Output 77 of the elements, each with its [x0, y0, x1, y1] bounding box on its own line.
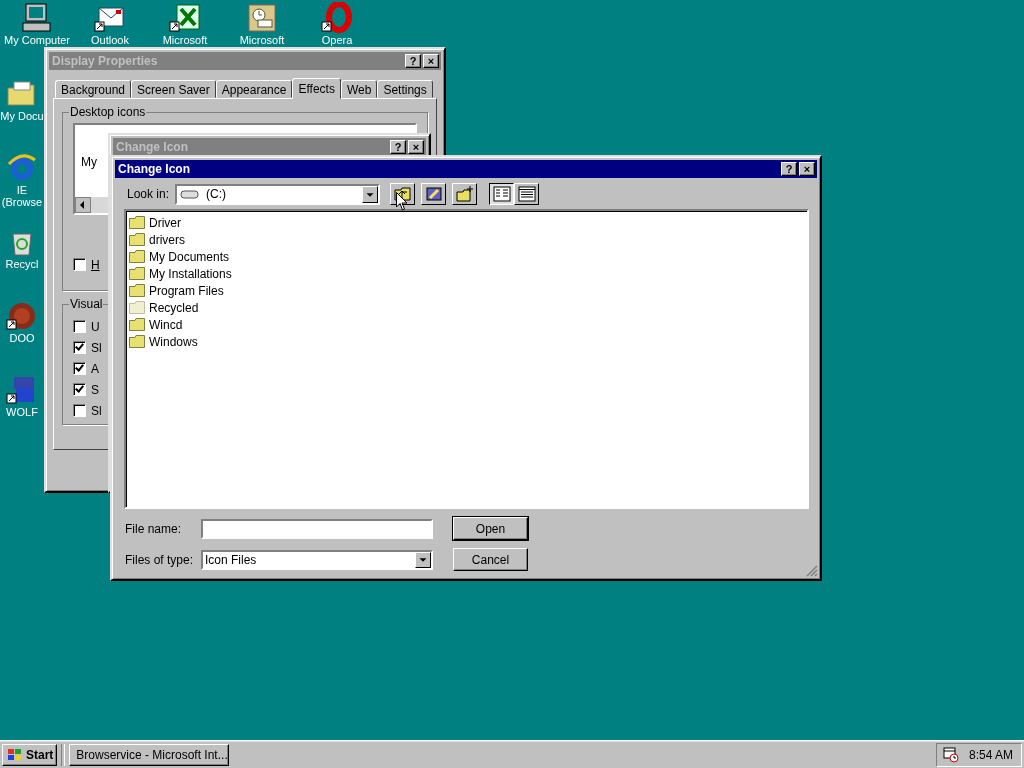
file-item[interactable]: drivers	[149, 232, 185, 247]
window-title: Display Properties	[52, 54, 158, 68]
desktop-icon-label[interactable]: Recycl	[5, 258, 39, 270]
clock: 8:54 AM	[968, 747, 1013, 762]
checkbox-label[interactable]: Sl	[91, 340, 102, 355]
clock-icon[interactable]	[246, 2, 278, 34]
close-button[interactable]: ×	[408, 140, 424, 154]
help-button[interactable]: ?	[781, 162, 797, 176]
group-title: Visual	[69, 297, 104, 311]
open-button[interactable]: Open	[453, 517, 528, 540]
checkbox[interactable]	[73, 404, 86, 417]
file-name-label: File name:	[125, 521, 183, 536]
help-button[interactable]: ?	[405, 54, 421, 68]
group-title: Desktop icons	[69, 105, 147, 119]
windows-logo-icon	[6, 747, 24, 762]
list-view-icon[interactable]	[489, 183, 515, 205]
calendar-clock-icon[interactable]	[942, 746, 959, 763]
letter-o-icon[interactable]	[321, 2, 353, 34]
desktop-icon-label[interactable]: My Computer	[4, 34, 70, 46]
help-button[interactable]: ?	[390, 140, 406, 154]
dropdown-value: Icon Files	[205, 552, 258, 567]
file-item[interactable]: Driver	[149, 215, 181, 230]
dropdown-arrow-icon[interactable]	[362, 185, 379, 203]
desktop-icon-label[interactable]: Outlook	[91, 34, 129, 46]
desktop-icon-label[interactable]: IE	[16, 184, 28, 196]
desktop-icon-label[interactable]: Opera	[321, 34, 353, 46]
checkbox-label[interactable]: U	[91, 319, 100, 334]
file-type-label: Files of type:	[125, 552, 195, 567]
tab[interactable]: Effects	[292, 78, 341, 99]
window-title: Change Icon	[118, 162, 190, 176]
dropdown-arrow-icon[interactable]	[415, 551, 431, 568]
drive-icon	[180, 188, 201, 200]
dropdown-value: (C:)	[206, 187, 228, 201]
tab[interactable]: Settings	[377, 80, 433, 98]
checkbox-label[interactable]: H	[91, 257, 100, 272]
look-in-dropdown[interactable]: (C:)	[175, 183, 381, 205]
desktop-icon-label[interactable]: My Docu	[0, 110, 44, 122]
checkbox-label[interactable]: S	[91, 382, 99, 397]
look-in-label: Look in:	[127, 187, 170, 201]
cancel-button[interactable]: Cancel	[453, 548, 528, 571]
file-item[interactable]: Windows	[149, 334, 198, 349]
checkbox[interactable]	[73, 341, 86, 354]
file-item[interactable]: Program Files	[149, 283, 224, 298]
file-item[interactable]: Wincd	[149, 317, 183, 332]
checkbox[interactable]	[73, 362, 86, 375]
checkbox[interactable]	[73, 383, 86, 396]
window-title: Change Icon	[116, 140, 188, 154]
taskbar-button[interactable]: Browservice - Microsoft Int...	[69, 743, 230, 766]
checkbox[interactable]	[73, 258, 86, 271]
desktop-icon-label[interactable]: (Browse	[1, 196, 43, 208]
checkbox-label[interactable]: Sl	[91, 403, 102, 418]
desktop-icon-label[interactable]: DOO	[9, 332, 35, 344]
checkbox[interactable]	[73, 320, 86, 333]
file-name-field[interactable]	[201, 518, 433, 539]
desktop-icon-label[interactable]: WOLF	[6, 406, 38, 418]
desktop-icon-label[interactable]: Microsoft	[239, 34, 285, 46]
tab[interactable]: Background	[55, 80, 132, 98]
start-button[interactable]: Start	[2, 743, 58, 766]
close-button[interactable]: ×	[799, 162, 815, 176]
details-view-icon[interactable]	[514, 183, 540, 205]
tab[interactable]: Appearance	[215, 80, 293, 98]
spreadsheet-icon[interactable]	[169, 2, 201, 34]
tab[interactable]: Web	[340, 80, 378, 98]
file-type-dropdown[interactable]: Icon Files	[201, 549, 433, 570]
file-item[interactable]: Recycled	[149, 300, 199, 315]
desktop-icon[interactable]	[421, 183, 447, 205]
desktop-icon-label[interactable]: Microsoft	[162, 34, 208, 46]
new-folder-icon[interactable]	[452, 183, 478, 205]
resize-grip-icon[interactable]	[806, 565, 818, 577]
scroll-left-icon[interactable]	[75, 197, 91, 213]
file-item[interactable]: My Documents	[149, 249, 230, 264]
list-item[interactable]: My	[81, 155, 97, 169]
computer-icon[interactable]	[21, 2, 53, 34]
file-item[interactable]: My Installations	[149, 266, 232, 281]
checkbox-label[interactable]: A	[91, 361, 99, 376]
close-button[interactable]: ×	[423, 54, 439, 68]
tab[interactable]: Screen Saver	[131, 80, 216, 98]
